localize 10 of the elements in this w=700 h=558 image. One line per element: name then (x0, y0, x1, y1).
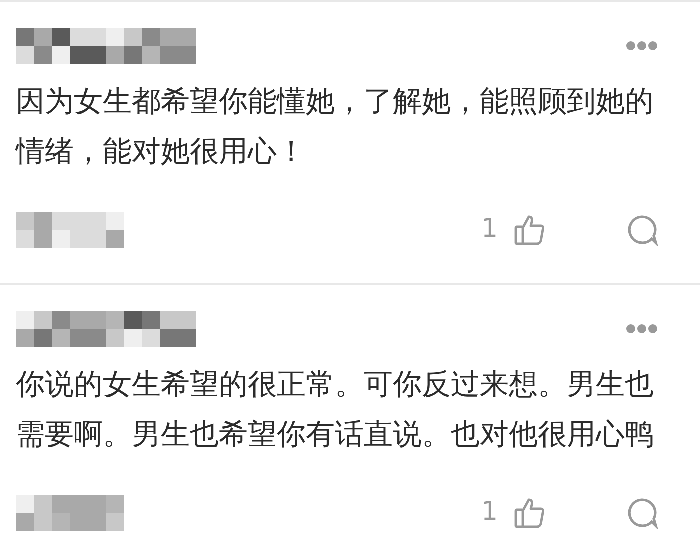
thumbs-up-icon[interactable] (514, 496, 546, 528)
comment-text: 你说的女生希望的很正常。可你反过来想。男生也需要啊。男生也希望你有话直说。也对他很用心鸭 (16, 366, 655, 453)
more-icon[interactable] (626, 324, 658, 334)
more-icon[interactable] (626, 41, 658, 51)
like-count: 1 (481, 496, 498, 529)
thumbs-up-icon[interactable] (514, 214, 546, 246)
comment-text: 因为女生都希望你能懂她，了解她，能照顾到她的情绪，能对她很用心！ (16, 83, 655, 170)
like-count: 1 (481, 213, 498, 246)
comment-icon[interactable] (626, 496, 658, 528)
comment-icon[interactable] (626, 214, 658, 246)
